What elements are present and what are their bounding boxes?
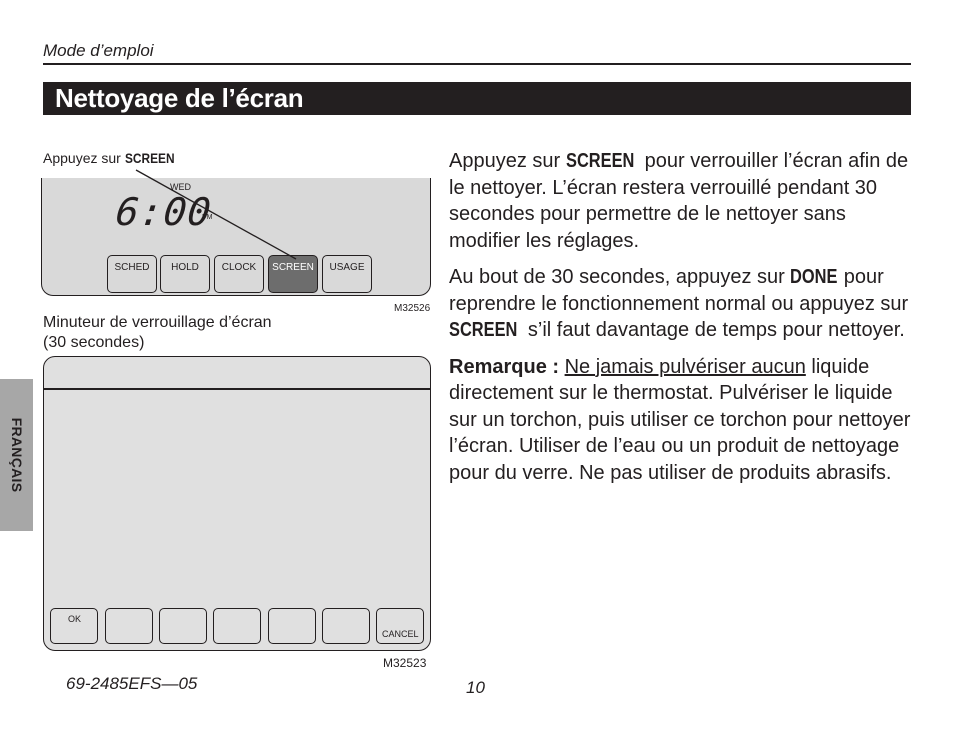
figure1-id: M32526 (394, 303, 431, 314)
p2-keyword-screen: SCREEN (449, 319, 518, 341)
figure1-caption: Appuyez sur SCREEN (43, 150, 175, 166)
language-tab: FRANÇAIS (0, 379, 33, 531)
ok-button-label: OK (68, 614, 82, 624)
usage-button[interactable]: USAGE (322, 255, 372, 293)
clock-button[interactable]: CLOCK (214, 255, 264, 293)
running-head: Mode d’emploi (43, 41, 154, 60)
time-readout: 6:00 (113, 190, 214, 234)
blank-button-5[interactable] (322, 608, 370, 644)
document-code: 69-2485EFS—05 (66, 674, 198, 693)
header-rule (43, 63, 911, 65)
section-title: Nettoyage de l’écran (55, 83, 304, 113)
paragraph-1: Appuyez sur SCREEN pour verrouiller l’éc… (449, 148, 919, 254)
paragraph-2: Au bout de 30 secondes, appuyez sur DONE… (449, 264, 919, 344)
p1-text-a: Appuyez sur (449, 150, 566, 172)
figure2-caption: Minuteur de verrouillage d’écran (30 sec… (43, 313, 272, 353)
locked-screen-divider (43, 388, 431, 390)
ampm-readout: PM (202, 214, 213, 221)
locked-screen-panel (43, 356, 431, 651)
p2-text-a: Au bout de 30 secondes, appuyez sur (449, 266, 791, 288)
note-label: Remarque : (449, 355, 565, 378)
cancel-button[interactable]: CANCEL (376, 608, 424, 644)
blank-button-1[interactable] (105, 608, 153, 644)
paragraph-note: Remarque : Ne jamais pulvériser aucun li… (449, 354, 919, 487)
p2-keyword-done: DONE (790, 266, 838, 288)
figure2-id: M32523 (383, 656, 427, 670)
figure1-caption-keyword: SCREEN (124, 150, 175, 166)
sched-button[interactable]: SCHED (107, 255, 157, 293)
screen-button[interactable]: SCREEN (268, 255, 318, 293)
body-text: Appuyez sur SCREEN pour verrouiller l’éc… (449, 148, 919, 496)
figure1-caption-text: Appuyez sur (43, 150, 125, 166)
blank-button-2[interactable] (159, 608, 207, 644)
note-warning: Ne jamais pulvériser aucun (564, 355, 806, 378)
blank-button-4[interactable] (268, 608, 316, 644)
figure2-caption-line1: Minuteur de verrouillage d’écran (43, 314, 272, 331)
ok-button[interactable]: OK (50, 608, 98, 644)
language-tab-label: FRANÇAIS (8, 417, 25, 493)
cancel-button-label: CANCEL (382, 629, 419, 639)
figure2-caption-line2: (30 secondes) (43, 334, 145, 351)
hold-button[interactable]: HOLD (160, 255, 210, 293)
p2-text-c: s’il faut davantage de temps pour nettoy… (522, 319, 905, 341)
section-title-bar: Nettoyage de l’écran (43, 82, 911, 115)
blank-button-3[interactable] (213, 608, 261, 644)
p1-keyword: SCREEN (565, 150, 635, 172)
page-number: 10 (466, 678, 485, 697)
